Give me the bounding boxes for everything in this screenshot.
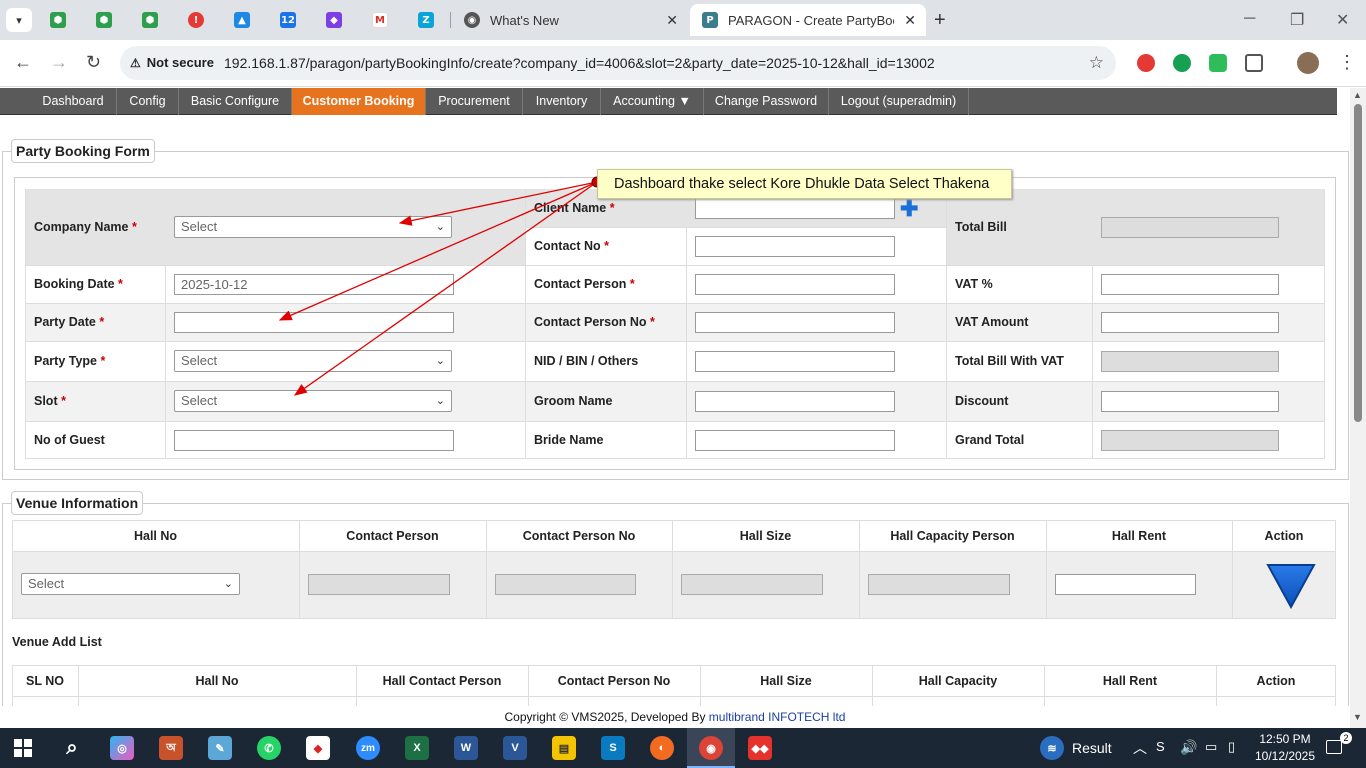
- network-icon[interactable]: ▭: [1205, 739, 1217, 755]
- taskbar-chrome-active[interactable]: ◉: [687, 728, 735, 768]
- skype-icon[interactable]: S: [1156, 739, 1165, 754]
- word-doc-icon[interactable]: V: [503, 736, 527, 760]
- annotation-arrows: [278, 176, 603, 396]
- chrome-icon: ◉: [699, 736, 723, 760]
- word-icon[interactable]: W: [454, 736, 478, 760]
- anydesk-icon[interactable]: ◆◆: [748, 736, 772, 760]
- chevron-up-icon[interactable]: ︿: [1133, 738, 1147, 758]
- firefox-icon[interactable]: ◐: [650, 736, 674, 760]
- battery-icon[interactable]: ▯: [1228, 739, 1235, 755]
- search-icon[interactable]: ⌕: [60, 736, 84, 760]
- zoom-icon[interactable]: zm: [356, 736, 380, 760]
- windows-taskbar: ⌕ ◎ অ ✎ ✆ ◆ zm X W V ▤ S ◐ ◉ ◆◆ ≋ Result…: [0, 728, 1366, 768]
- copilot-icon[interactable]: ◎: [110, 736, 134, 760]
- notes-icon[interactable]: ✎: [208, 736, 232, 760]
- notification-badge: 2: [1340, 732, 1352, 744]
- annotation-arrow-party-date: [278, 181, 598, 321]
- sticky-notes-icon[interactable]: ▤: [552, 736, 576, 760]
- annotation-note: Dashboard thake select Kore Dhukle Data …: [597, 169, 1012, 199]
- speaker-icon[interactable]: 🔊: [1180, 739, 1197, 756]
- office-icon[interactable]: ◆: [306, 736, 330, 760]
- weather-icon[interactable]: ≋: [1040, 736, 1064, 760]
- app-icon[interactable]: অ: [159, 736, 183, 760]
- clock-time[interactable]: 12:50 PM: [1257, 732, 1313, 746]
- s-app-icon[interactable]: S: [601, 736, 625, 760]
- windows-start-icon[interactable]: [14, 739, 32, 757]
- notification-icon[interactable]: [1326, 740, 1342, 754]
- whatsapp-icon[interactable]: ✆: [257, 736, 281, 760]
- excel-icon[interactable]: X: [405, 736, 429, 760]
- weather-label[interactable]: Result: [1072, 740, 1112, 756]
- clock-date[interactable]: 10/12/2025: [1251, 749, 1319, 763]
